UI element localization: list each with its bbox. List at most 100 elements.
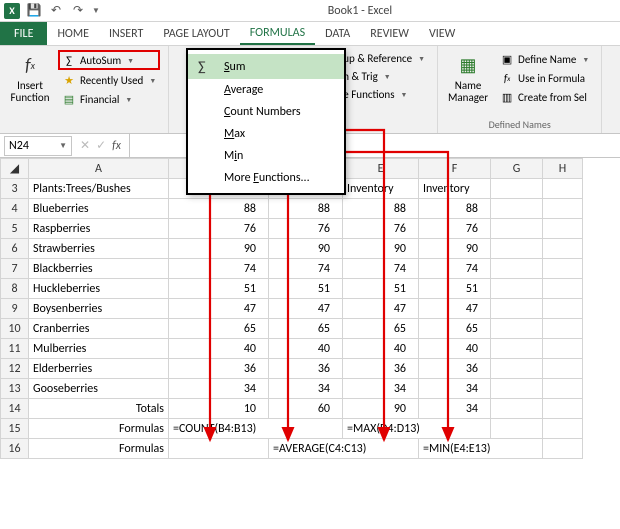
cell[interactable]: Raspberries [29, 219, 169, 239]
row-header[interactable]: 9 [1, 299, 29, 319]
cell[interactable]: 34 [343, 379, 419, 399]
cell[interactable] [543, 379, 583, 399]
more-functions-button[interactable]: e Functions▼ [339, 86, 429, 103]
tab-formulas[interactable]: FORMULAS [240, 22, 315, 45]
name-box[interactable]: N24 ▼ [4, 136, 72, 156]
row-header[interactable]: 15 [1, 419, 29, 439]
qat-dropdown-icon[interactable]: ▼ [92, 6, 100, 16]
cell[interactable]: Elderberries [29, 359, 169, 379]
cell[interactable]: 90 [343, 239, 419, 259]
cell[interactable]: =MIN(E4:E13) [419, 439, 543, 459]
tab-view[interactable]: VIEW [419, 22, 465, 45]
cell[interactable]: 40 [269, 339, 343, 359]
col-header-F[interactable]: F [419, 159, 491, 179]
row-header[interactable]: 6 [1, 239, 29, 259]
select-all-corner[interactable]: ◢ [1, 159, 29, 179]
define-name-button[interactable]: ▣ Define Name▼ [496, 50, 593, 68]
cell[interactable]: 36 [269, 359, 343, 379]
cell[interactable]: Mulberries [29, 339, 169, 359]
cell[interactable] [491, 219, 543, 239]
cell[interactable] [491, 199, 543, 219]
cell[interactable] [543, 339, 583, 359]
cell[interactable]: 34 [269, 379, 343, 399]
cell[interactable] [543, 279, 583, 299]
confirm-icon[interactable]: ✓ [96, 138, 106, 153]
cancel-icon[interactable]: ✕ [80, 138, 90, 153]
cell[interactable]: 74 [269, 259, 343, 279]
cell[interactable]: Blueberries [29, 199, 169, 219]
cell[interactable]: 47 [169, 299, 269, 319]
create-from-selection-button[interactable]: ▥ Create from Sel [496, 88, 593, 106]
cell[interactable]: Cranberries [29, 319, 169, 339]
name-manager-button[interactable]: ▦ Name Manager [446, 50, 490, 104]
cell[interactable]: 36 [169, 359, 269, 379]
cell[interactable] [491, 379, 543, 399]
cell[interactable]: 74 [419, 259, 491, 279]
cell[interactable]: 90 [343, 399, 419, 419]
cell[interactable]: 10 [169, 399, 269, 419]
col-header-E[interactable]: E [343, 159, 419, 179]
row-header[interactable]: 10 [1, 319, 29, 339]
row-header[interactable]: 3 [1, 179, 29, 199]
cell[interactable]: 88 [343, 199, 419, 219]
cell[interactable] [543, 199, 583, 219]
cell[interactable]: =COUNT(B4:B13) [169, 419, 343, 439]
cell[interactable]: 90 [419, 239, 491, 259]
cell[interactable]: 74 [343, 259, 419, 279]
tab-page-layout[interactable]: PAGE LAYOUT [153, 22, 239, 45]
cell[interactable] [543, 219, 583, 239]
autosum-button[interactable]: ∑ AutoSum ▼ [58, 50, 160, 70]
cell[interactable]: Formulas [29, 419, 169, 439]
row-header[interactable]: 8 [1, 279, 29, 299]
math-trig-button[interactable]: h & Trig▼ [339, 68, 429, 85]
col-header-H[interactable]: H [543, 159, 583, 179]
cell[interactable] [491, 359, 543, 379]
cell[interactable]: 65 [343, 319, 419, 339]
cell[interactable]: 51 [343, 279, 419, 299]
cell[interactable]: 88 [269, 199, 343, 219]
cell[interactable]: =AVERAGE(C4:C13) [269, 439, 419, 459]
cell[interactable]: 34 [169, 379, 269, 399]
cell[interactable]: Strawberries [29, 239, 169, 259]
row-header[interactable]: 16 [1, 439, 29, 459]
cell[interactable] [543, 299, 583, 319]
cell[interactable]: 65 [419, 319, 491, 339]
row-header[interactable]: 4 [1, 199, 29, 219]
dropdown-item-min[interactable]: Min [188, 145, 344, 167]
cell[interactable]: 76 [419, 219, 491, 239]
cell[interactable]: 65 [169, 319, 269, 339]
cell[interactable]: 51 [269, 279, 343, 299]
row-header[interactable]: 11 [1, 339, 29, 359]
cell[interactable] [491, 339, 543, 359]
cell[interactable] [543, 359, 583, 379]
cell[interactable]: 34 [419, 379, 491, 399]
financial-button[interactable]: ▤ Financial ▼ [58, 90, 160, 108]
col-header-G[interactable]: G [491, 159, 543, 179]
cell[interactable] [491, 319, 543, 339]
row-header[interactable]: 14 [1, 399, 29, 419]
cell[interactable]: 88 [419, 199, 491, 219]
cell[interactable]: 40 [419, 339, 491, 359]
cell[interactable]: 90 [269, 239, 343, 259]
worksheet-grid[interactable]: ◢ A B C E F G H 3 Plants:Trees/Bushes In… [0, 158, 583, 459]
tab-review[interactable]: REVIEW [360, 22, 419, 45]
cell[interactable] [169, 439, 269, 459]
cell[interactable] [543, 319, 583, 339]
use-in-formula-button[interactable]: fx Use in Formula [496, 69, 593, 87]
redo-icon[interactable]: ↷ [70, 3, 86, 19]
insert-function-button[interactable]: fx Insert Function [8, 50, 52, 104]
cell[interactable] [543, 239, 583, 259]
cell[interactable]: 74 [169, 259, 269, 279]
row-header[interactable]: 7 [1, 259, 29, 279]
cell[interactable]: 65 [269, 319, 343, 339]
cell[interactable] [491, 279, 543, 299]
cell[interactable]: Totals [29, 399, 169, 419]
cell[interactable]: Gooseberries [29, 379, 169, 399]
row-header[interactable]: 5 [1, 219, 29, 239]
recently-used-button[interactable]: ★ Recently Used ▼ [58, 71, 160, 89]
undo-icon[interactable]: ↶ [48, 3, 64, 19]
cell[interactable]: 47 [343, 299, 419, 319]
dropdown-item-sum[interactable]: ∑ SSumum [188, 54, 344, 79]
cell[interactable] [491, 399, 543, 419]
cell[interactable] [543, 399, 583, 419]
